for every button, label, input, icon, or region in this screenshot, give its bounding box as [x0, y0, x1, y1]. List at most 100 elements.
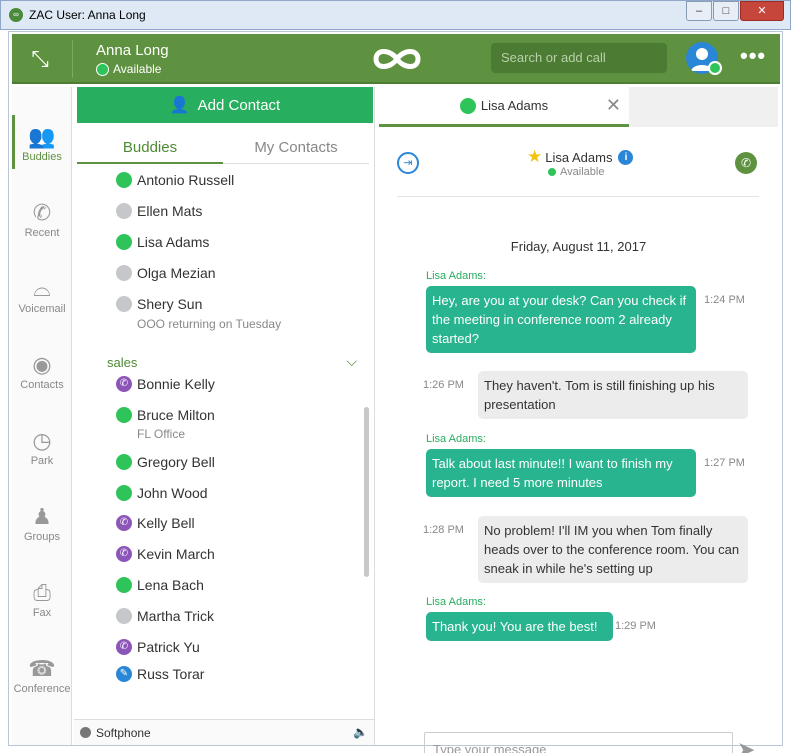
- message-input[interactable]: Type your message: [424, 732, 733, 753]
- info-icon[interactable]: i: [618, 149, 634, 165]
- send-icon[interactable]: ➤: [737, 737, 755, 753]
- contact-name: Russ Torar: [137, 666, 205, 682]
- contact-note: FL Office: [137, 427, 186, 441]
- group-header[interactable]: sales ⌵: [107, 353, 357, 370]
- status-dot: [116, 407, 132, 423]
- buddies-icon: 👥: [28, 124, 56, 149]
- nav-item-recent[interactable]: ✆ Recent: [12, 199, 72, 239]
- softphone-bar[interactable]: Softphone 🔈: [74, 719, 374, 745]
- nav-item-contacts[interactable]: ◉ Contacts: [12, 351, 72, 391]
- list-item[interactable]: ✆ Kevin March: [116, 546, 215, 562]
- message-sender: Lisa Adams:: [426, 596, 486, 608]
- nav-label: Voicemail: [18, 303, 66, 315]
- busy-icon: ✎: [116, 666, 132, 682]
- chevron-down-icon: ⌵: [346, 353, 357, 369]
- window-title: ZAC User: Anna Long: [29, 8, 146, 22]
- status-dot: [116, 234, 132, 250]
- message-bubble: They haven't. Tom is still finishing up …: [478, 371, 748, 419]
- chat-panel: Lisa Adams ✕ ⇥ ★ Lisa Adams i Available ✆ F…: [377, 87, 780, 753]
- nav-item-park[interactable]: ◷ Park: [12, 427, 72, 467]
- softphone-status-icon: [80, 727, 91, 738]
- message-time: 1:27 PM: [704, 457, 745, 469]
- nav-item-fax[interactable]: ⎙ Fax: [12, 579, 72, 619]
- list-item[interactable]: Ellen Mats: [116, 203, 202, 219]
- message-time: 1:24 PM: [704, 294, 745, 306]
- list-item[interactable]: John Wood: [116, 485, 208, 501]
- message-time: 1:26 PM: [423, 379, 464, 391]
- status-dot: [116, 454, 132, 470]
- list-item[interactable]: Olga Mezian: [116, 265, 216, 281]
- status-dot: [459, 97, 476, 114]
- chat-tab[interactable]: Lisa Adams ✕: [379, 87, 629, 127]
- nav-item-conference[interactable]: ☎ Conference: [12, 655, 72, 695]
- star-icon[interactable]: ★: [527, 147, 542, 167]
- chat-date: Friday, August 11, 2017: [510, 239, 647, 254]
- status-dot: [116, 577, 132, 593]
- logo-icon: [373, 49, 421, 69]
- close-tab-icon[interactable]: ✕: [606, 95, 621, 116]
- contact-tabs: Buddies My Contacts: [77, 134, 369, 164]
- message-time: 1:29 PM: [615, 620, 656, 632]
- contact-name: Gregory Bell: [137, 454, 215, 470]
- user-status[interactable]: Available: [96, 62, 161, 76]
- contact-name: Bonnie Kelly: [137, 376, 215, 392]
- list-item[interactable]: Lena Bach: [116, 577, 204, 593]
- message-time: 1:28 PM: [423, 524, 464, 536]
- message-bubble: No problem! I'll IM you when Tom finally…: [478, 516, 748, 583]
- list-item[interactable]: ✆ Bonnie Kelly: [116, 376, 215, 392]
- close-button[interactable]: ✕: [740, 1, 784, 21]
- on-call-icon: ✆: [116, 515, 132, 531]
- list-item[interactable]: ✎ Russ Torar: [116, 666, 204, 682]
- app-frame: ⤡ Anna Long Available Search or add call…: [8, 31, 783, 753]
- nav-item-groups[interactable]: ♟ Groups: [12, 503, 72, 543]
- scrollbar[interactable]: [364, 407, 369, 577]
- nav-item-buddies[interactable]: 👥 Buddies: [12, 115, 72, 169]
- list-item[interactable]: Martha Trick: [116, 608, 214, 624]
- status-dot: [116, 296, 132, 312]
- tab-buddies[interactable]: Buddies: [77, 134, 223, 164]
- speaker-icon[interactable]: 🔈: [353, 725, 368, 739]
- status-dot: [116, 203, 132, 219]
- list-item[interactable]: ✆ Kelly Bell: [116, 515, 195, 531]
- message-bubble: Thank you! You are the best!: [426, 612, 613, 641]
- top-bar: ⤡ Anna Long Available Search or add call…: [12, 34, 780, 84]
- nav-item-voicemail[interactable]: ⌓ Voicemail: [12, 275, 72, 315]
- contact-name: John Wood: [137, 485, 208, 501]
- status-dot: [116, 485, 132, 501]
- chat-contact-name: Lisa Adams: [545, 149, 613, 165]
- call-icon[interactable]: ✆: [735, 152, 757, 174]
- on-call-icon: ✆: [116, 546, 132, 562]
- list-item[interactable]: Shery Sun: [116, 296, 202, 312]
- chat-contact: ★ Lisa Adams i: [527, 147, 634, 167]
- add-contact-button[interactable]: 👤 Add Contact: [77, 87, 373, 123]
- minimize-button[interactable]: –: [686, 1, 712, 21]
- tab-my-contacts[interactable]: My Contacts: [223, 134, 369, 164]
- contact-name: Martha Trick: [137, 608, 215, 624]
- maximize-button[interactable]: □: [713, 1, 739, 21]
- contact-name: Patrick Yu: [137, 639, 200, 655]
- message-bubble: Talk about last minute!! I want to finis…: [426, 449, 696, 497]
- list-item[interactable]: Bruce Milton: [116, 407, 215, 423]
- collapse-icon[interactable]: ⤡: [28, 47, 52, 71]
- empty-tab-area: [629, 87, 778, 127]
- transfer-icon[interactable]: ⇥: [397, 152, 419, 174]
- message-sender: Lisa Adams:: [426, 433, 486, 445]
- voicemail-icon: ⌓: [33, 276, 51, 301]
- nav-label: Conference: [13, 683, 71, 695]
- user-status-label: Available: [113, 62, 162, 76]
- chat-contact-status: Available: [548, 166, 604, 178]
- list-item[interactable]: ✆ Patrick Yu: [116, 639, 200, 655]
- phone-icon: ✆: [32, 200, 52, 225]
- list-item[interactable]: Antonio Russell: [116, 172, 234, 188]
- add-user-icon: 👤: [169, 97, 190, 114]
- more-options-icon[interactable]: •••: [740, 43, 766, 69]
- list-item[interactable]: Lisa Adams: [116, 234, 209, 250]
- list-item[interactable]: Gregory Bell: [116, 454, 215, 470]
- nav-label: Recent: [24, 227, 60, 239]
- app-icon: ∞: [9, 8, 23, 22]
- search-input[interactable]: Search or add call: [491, 43, 667, 73]
- conference-icon: ☎: [28, 656, 56, 681]
- nav-label: Buddies: [22, 151, 62, 163]
- nav-label: Fax: [32, 607, 52, 619]
- status-dot: [548, 168, 556, 176]
